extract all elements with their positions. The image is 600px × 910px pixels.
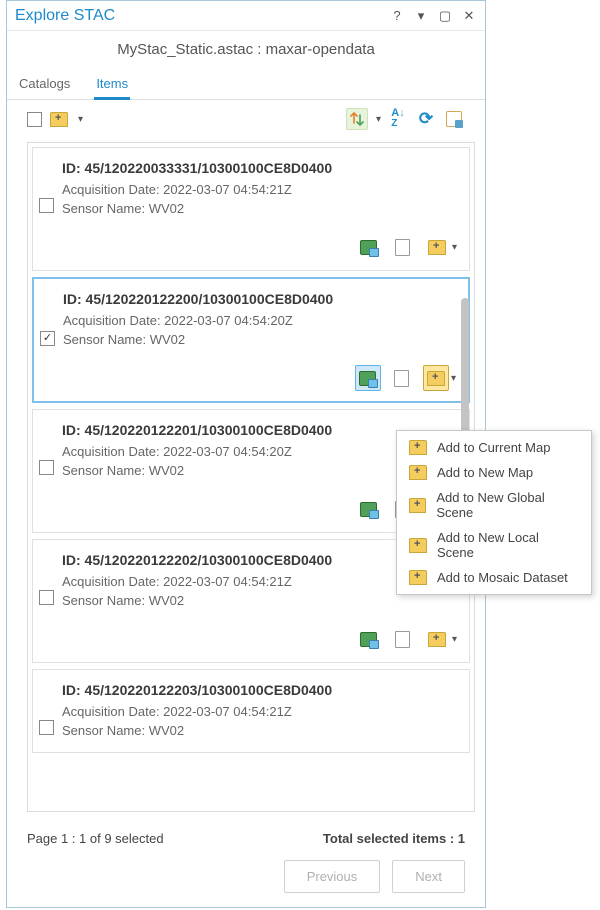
- breadcrumb: MyStac_Static.astac : maxar-opendata: [7, 31, 485, 72]
- chevron-down-icon[interactable]: ▾: [78, 114, 83, 125]
- item-id: ID: 45/120220122200/10300100CE8D0400: [63, 291, 456, 307]
- layer-icon: [360, 632, 377, 647]
- menu-item-label: Add to New Local Scene: [437, 530, 579, 560]
- page-status: Page 1 : 1 of 9 selected: [27, 831, 164, 846]
- item-sensor-name: Sensor Name: WV02: [62, 723, 457, 738]
- restore-icon[interactable]: ▢: [437, 8, 453, 24]
- menu-item[interactable]: Add to New Local Scene: [397, 525, 591, 565]
- add-layer-button[interactable]: [355, 365, 381, 391]
- list-item[interactable]: ID: 45/120220122200/10300100CE8D0400 Acqu…: [32, 277, 470, 403]
- total-selected: Total selected items : 1: [323, 831, 465, 846]
- item-checkbox[interactable]: [39, 460, 54, 475]
- folder-plus-icon: [409, 538, 427, 553]
- menu-item-label: Add to Current Map: [437, 440, 550, 455]
- menu-item-label: Add to Mosaic Dataset: [437, 570, 568, 585]
- dropdown-icon[interactable]: ▾: [413, 8, 429, 24]
- folder-plus-icon: [409, 440, 427, 455]
- help-icon[interactable]: ?: [389, 8, 405, 24]
- folder-plus-icon: [50, 112, 68, 127]
- menu-item[interactable]: Add to Mosaic Dataset: [397, 565, 591, 590]
- item-checkbox[interactable]: [40, 331, 55, 346]
- copy-item-button[interactable]: [389, 365, 415, 391]
- previous-button[interactable]: Previous: [284, 860, 381, 893]
- add-layer-button[interactable]: [356, 626, 382, 652]
- sort-direction-button[interactable]: [346, 108, 368, 130]
- sort-az-icon: A↓Z: [391, 109, 404, 129]
- export-button[interactable]: [443, 108, 465, 130]
- next-button[interactable]: Next: [392, 860, 465, 893]
- add-to-map-button[interactable]: [423, 365, 449, 391]
- tab-catalogs[interactable]: Catalogs: [17, 72, 72, 99]
- item-checkbox[interactable]: [39, 590, 54, 605]
- menu-item[interactable]: Add to New Map: [397, 460, 591, 485]
- menu-item-label: Add to New Global Scene: [436, 490, 579, 520]
- item-acquisition-date: Acquisition Date: 2022-03-07 04:54:21Z: [62, 182, 457, 197]
- chevron-down-icon[interactable]: ▾: [451, 373, 456, 384]
- layer-icon: [360, 502, 377, 517]
- copy-icon: [394, 370, 409, 387]
- tab-bar: Catalogs Items: [7, 72, 485, 100]
- add-to-map-button[interactable]: [424, 626, 450, 652]
- copy-item-button[interactable]: [390, 626, 416, 652]
- folder-plus-icon: [409, 498, 426, 513]
- layer-icon: [360, 240, 377, 255]
- select-all-checkbox[interactable]: [27, 112, 42, 127]
- copy-icon: [395, 239, 410, 256]
- sort-az-button[interactable]: A↓Z: [387, 108, 409, 130]
- add-all-to-map-button[interactable]: [48, 108, 70, 130]
- titlebar: Explore STAC ? ▾ ▢ ✕: [7, 1, 485, 31]
- list-item[interactable]: ID: 45/120220122203/10300100CE8D0400 Acqu…: [32, 669, 470, 753]
- copy-icon: [395, 631, 410, 648]
- refresh-icon: ⟳: [419, 109, 433, 129]
- item-sensor-name: Sensor Name: WV02: [62, 201, 457, 216]
- chevron-down-icon[interactable]: ▾: [452, 634, 457, 645]
- item-id: ID: 45/120220122203/10300100CE8D0400: [62, 682, 457, 698]
- item-checkbox[interactable]: [39, 198, 54, 213]
- refresh-button[interactable]: ⟳: [415, 108, 437, 130]
- tab-items[interactable]: Items: [94, 72, 130, 100]
- add-to-map-button[interactable]: [424, 234, 450, 260]
- folder-plus-icon: [427, 371, 445, 386]
- toolbar: ▾ ▾ A↓Z ⟳: [7, 100, 485, 138]
- chevron-down-icon[interactable]: ▾: [452, 242, 457, 253]
- item-sensor-name: Sensor Name: WV02: [63, 332, 456, 347]
- folder-plus-icon: [428, 632, 446, 647]
- folder-plus-icon: [409, 570, 427, 585]
- close-icon[interactable]: ✕: [461, 8, 477, 24]
- item-sensor-name: Sensor Name: WV02: [62, 593, 457, 608]
- add-layer-button[interactable]: [356, 496, 382, 522]
- item-checkbox[interactable]: [39, 720, 54, 735]
- item-acquisition-date: Acquisition Date: 2022-03-07 04:54:21Z: [62, 704, 457, 719]
- copy-item-button[interactable]: [390, 234, 416, 260]
- panel-title: Explore STAC: [15, 7, 381, 25]
- add-layer-button[interactable]: [356, 234, 382, 260]
- layer-icon: [359, 371, 376, 386]
- export-icon: [446, 111, 462, 127]
- menu-item-label: Add to New Map: [437, 465, 533, 480]
- list-item[interactable]: ID: 45/120220033331/10300100CE8D0400 Acqu…: [32, 147, 470, 271]
- sort-updown-icon: [350, 111, 364, 127]
- item-id: ID: 45/120220033331/10300100CE8D0400: [62, 160, 457, 176]
- folder-plus-icon: [428, 240, 446, 255]
- menu-item[interactable]: Add to New Global Scene: [397, 485, 591, 525]
- folder-plus-icon: [409, 465, 427, 480]
- item-acquisition-date: Acquisition Date: 2022-03-07 04:54:20Z: [63, 313, 456, 328]
- chevron-down-icon[interactable]: ▾: [376, 114, 381, 125]
- footer: Page 1 : 1 of 9 selected Total selected …: [7, 823, 485, 907]
- add-to-map-menu: Add to Current Map Add to New Map Add to N…: [396, 430, 592, 595]
- menu-item[interactable]: Add to Current Map: [397, 435, 591, 460]
